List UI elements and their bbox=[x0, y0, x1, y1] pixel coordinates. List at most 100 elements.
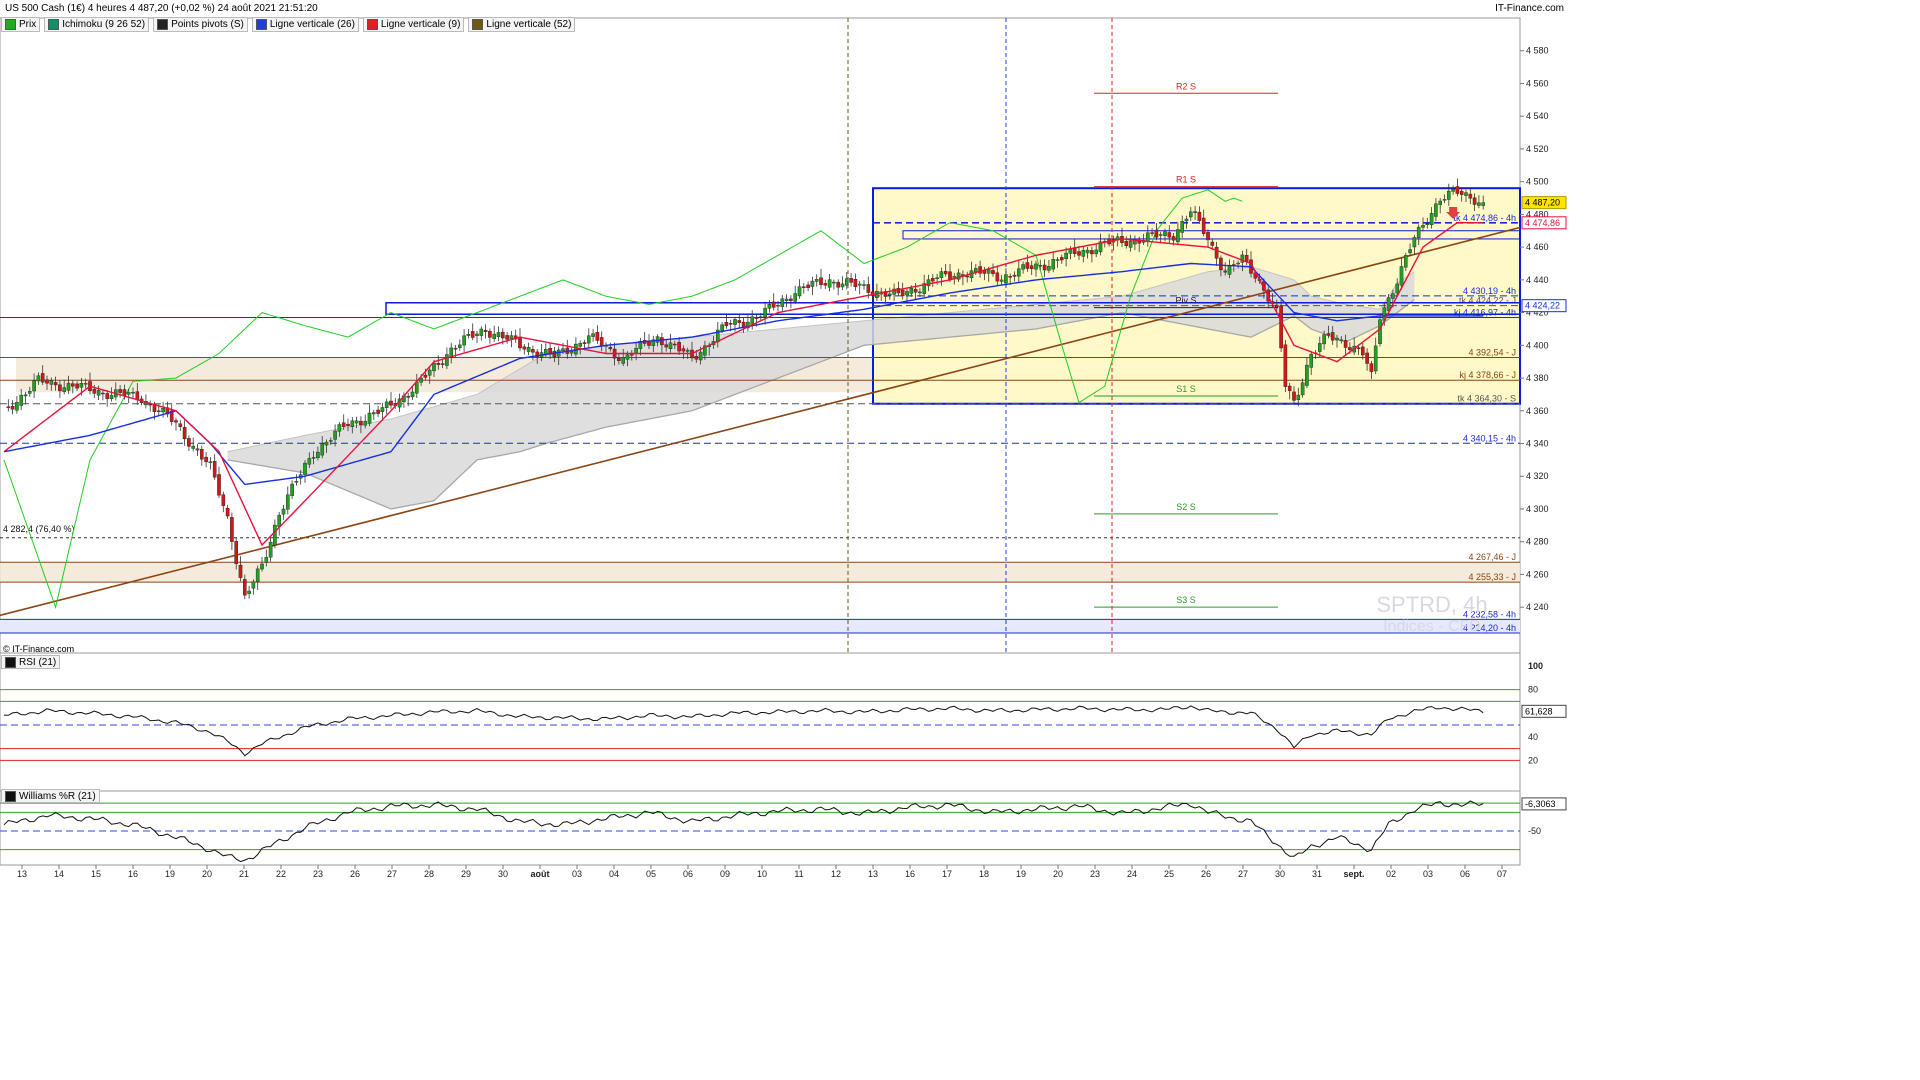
candle-body bbox=[595, 332, 600, 341]
candle-body bbox=[827, 279, 832, 288]
candle-body bbox=[45, 379, 49, 384]
legend-item-vline-26[interactable]: Ligne verticale (26) bbox=[251, 17, 359, 32]
y-tick-label: 4 500 bbox=[1526, 177, 1549, 187]
candle-body bbox=[819, 277, 823, 285]
y-tick-label: 4 360 bbox=[1526, 406, 1549, 416]
candle-body bbox=[737, 320, 742, 323]
legend-item-vline-9[interactable]: Ligne verticale (9) bbox=[362, 17, 465, 32]
x-tick-label: 07 bbox=[1497, 869, 1507, 879]
candle-body bbox=[561, 348, 565, 351]
candle-body bbox=[1184, 218, 1189, 222]
candle-body bbox=[617, 358, 621, 362]
candle-body bbox=[1085, 249, 1090, 254]
x-tick-label: 28 bbox=[424, 869, 434, 879]
x-tick-label: 13 bbox=[17, 869, 27, 879]
x-tick-label: 19 bbox=[165, 869, 175, 879]
candle-body bbox=[83, 383, 88, 385]
candle-body bbox=[806, 284, 810, 288]
candle-body bbox=[337, 424, 342, 432]
legend-item-vline-52[interactable]: Ligne verticale (52) bbox=[468, 17, 576, 32]
candle-body bbox=[1064, 252, 1068, 259]
candle-body bbox=[1025, 262, 1030, 269]
candle-body bbox=[372, 412, 376, 415]
candle-body bbox=[888, 293, 892, 296]
candle-body bbox=[1459, 190, 1464, 195]
candle-body bbox=[866, 284, 871, 293]
candle-body bbox=[733, 319, 737, 325]
candle-body bbox=[320, 443, 325, 456]
chart-title: US 500 Cash (1€) 4 heures 4 487,20 (+0,0… bbox=[5, 3, 318, 14]
candle-body bbox=[191, 445, 196, 449]
candle-body bbox=[294, 481, 299, 483]
candle-body bbox=[849, 278, 853, 283]
candle-body bbox=[853, 279, 858, 287]
candle-body bbox=[346, 423, 350, 427]
candle-body bbox=[316, 451, 320, 459]
level-label: 4 430,19 - 4h bbox=[1463, 286, 1516, 296]
x-tick-label: 30 bbox=[1275, 869, 1285, 879]
candle-body bbox=[131, 392, 135, 394]
rsi-panel-title[interactable]: RSI (21) bbox=[1, 655, 61, 669]
candle-body bbox=[720, 324, 724, 331]
candle-body bbox=[329, 440, 333, 442]
x-tick-label: 05 bbox=[646, 869, 656, 879]
candle-body bbox=[1145, 232, 1150, 242]
x-tick-label: 12 bbox=[831, 869, 841, 879]
candle-body bbox=[40, 373, 45, 383]
candle-body bbox=[591, 333, 595, 337]
candle-body bbox=[15, 402, 19, 411]
candle-body bbox=[1425, 223, 1430, 225]
rsi-tick-label: 100 bbox=[1528, 661, 1543, 671]
candle-body bbox=[771, 301, 776, 308]
candle-body bbox=[53, 382, 58, 386]
x-tick-label: 18 bbox=[979, 869, 989, 879]
level-label: 4 392,54 - J bbox=[1468, 348, 1516, 358]
candle-body bbox=[1059, 257, 1064, 261]
candle-body bbox=[458, 344, 462, 348]
candle-body bbox=[406, 396, 411, 398]
watermark-subtitle: Indices - CFD bbox=[1383, 618, 1481, 635]
candle-body bbox=[526, 347, 531, 352]
chart-canvas[interactable]: tk 4 474,86 - 4h 4 430,19 - 4htk 4 424,22… bbox=[0, 0, 1568, 882]
williams-tick-label: -50 bbox=[1528, 826, 1541, 836]
legend-item-price[interactable]: Prix bbox=[1, 17, 41, 32]
candle-body bbox=[303, 462, 307, 475]
candle-body bbox=[1455, 186, 1460, 194]
y-tick-label: 4 380 bbox=[1526, 373, 1549, 383]
candle-body bbox=[1163, 231, 1167, 236]
candle-body bbox=[1167, 232, 1172, 238]
x-tick-label: 27 bbox=[1238, 869, 1248, 879]
candle-body bbox=[793, 293, 797, 302]
candle-body bbox=[1210, 241, 1215, 246]
candle-body bbox=[479, 328, 484, 336]
candle-body bbox=[664, 344, 668, 348]
x-tick-label: 03 bbox=[572, 869, 582, 879]
4h-band-bottom bbox=[0, 619, 1520, 634]
candle-body bbox=[832, 281, 836, 284]
legend-item-pivots[interactable]: Points pivots (S) bbox=[153, 17, 248, 32]
candle-body bbox=[492, 333, 497, 340]
candle-body bbox=[126, 392, 131, 395]
x-tick-label: 31 bbox=[1312, 869, 1322, 879]
candle-body bbox=[587, 335, 591, 344]
candle-body bbox=[1373, 345, 1378, 372]
current-price-tag: 4 487,20 bbox=[1525, 198, 1560, 208]
candle-body bbox=[199, 449, 204, 460]
candle-body bbox=[174, 420, 178, 423]
williams-value-label: -6,3063 bbox=[1525, 799, 1556, 809]
candle-body bbox=[247, 590, 251, 594]
x-tick-label: 26 bbox=[1201, 869, 1211, 879]
x-tick-label: août bbox=[531, 869, 550, 879]
y-tick-label: 4 580 bbox=[1526, 46, 1549, 56]
candle-body bbox=[999, 279, 1004, 282]
candle-body bbox=[1008, 276, 1012, 278]
candle-body bbox=[230, 517, 234, 542]
williams-panel-title[interactable]: Williams %R (21) bbox=[1, 789, 100, 803]
candle-body bbox=[1468, 193, 1473, 199]
candle-body bbox=[436, 363, 441, 365]
x-tick-label: 11 bbox=[794, 869, 803, 879]
candle-body bbox=[311, 457, 316, 459]
legend-item-ichimoku[interactable]: Ichimoku (9 26 52) bbox=[44, 17, 150, 32]
candle-body bbox=[621, 357, 625, 364]
candle-body bbox=[66, 382, 71, 391]
